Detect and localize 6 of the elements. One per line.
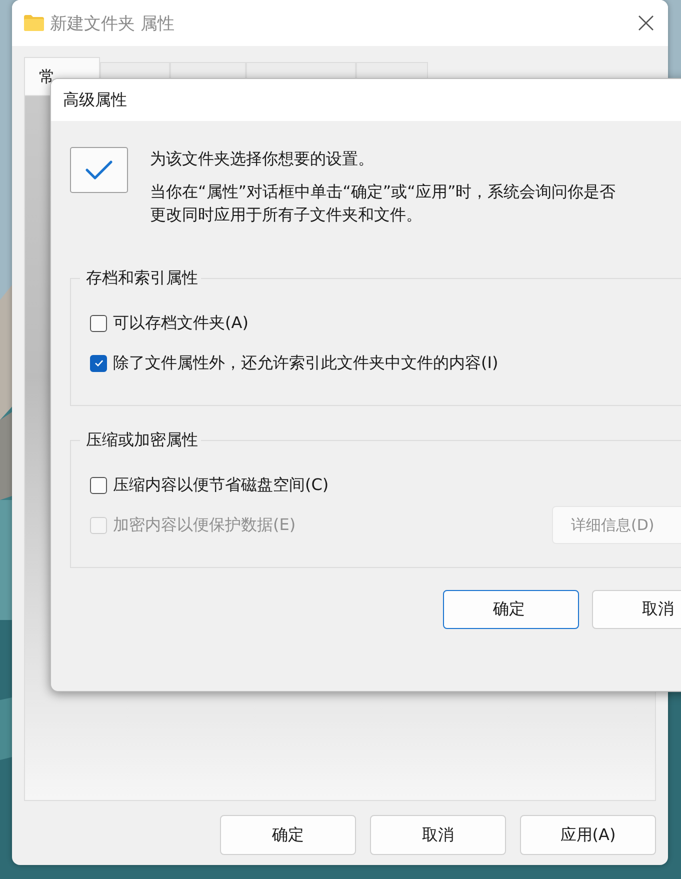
description-text: 更改同时应用于所有子文件夹和文件。 [150, 204, 423, 226]
group-title: 存档和索引属性 [85, 268, 199, 289]
window-title: 新建文件夹 属性 [50, 12, 174, 34]
description-text: 当你在“属性”对话框中单击“确定”或“应用”时，系统会询问你是否 [150, 181, 616, 203]
group-title: 压缩或加密属性 [85, 430, 199, 451]
heading-text: 为该文件夹选择你想要的设置。 [150, 149, 375, 170]
